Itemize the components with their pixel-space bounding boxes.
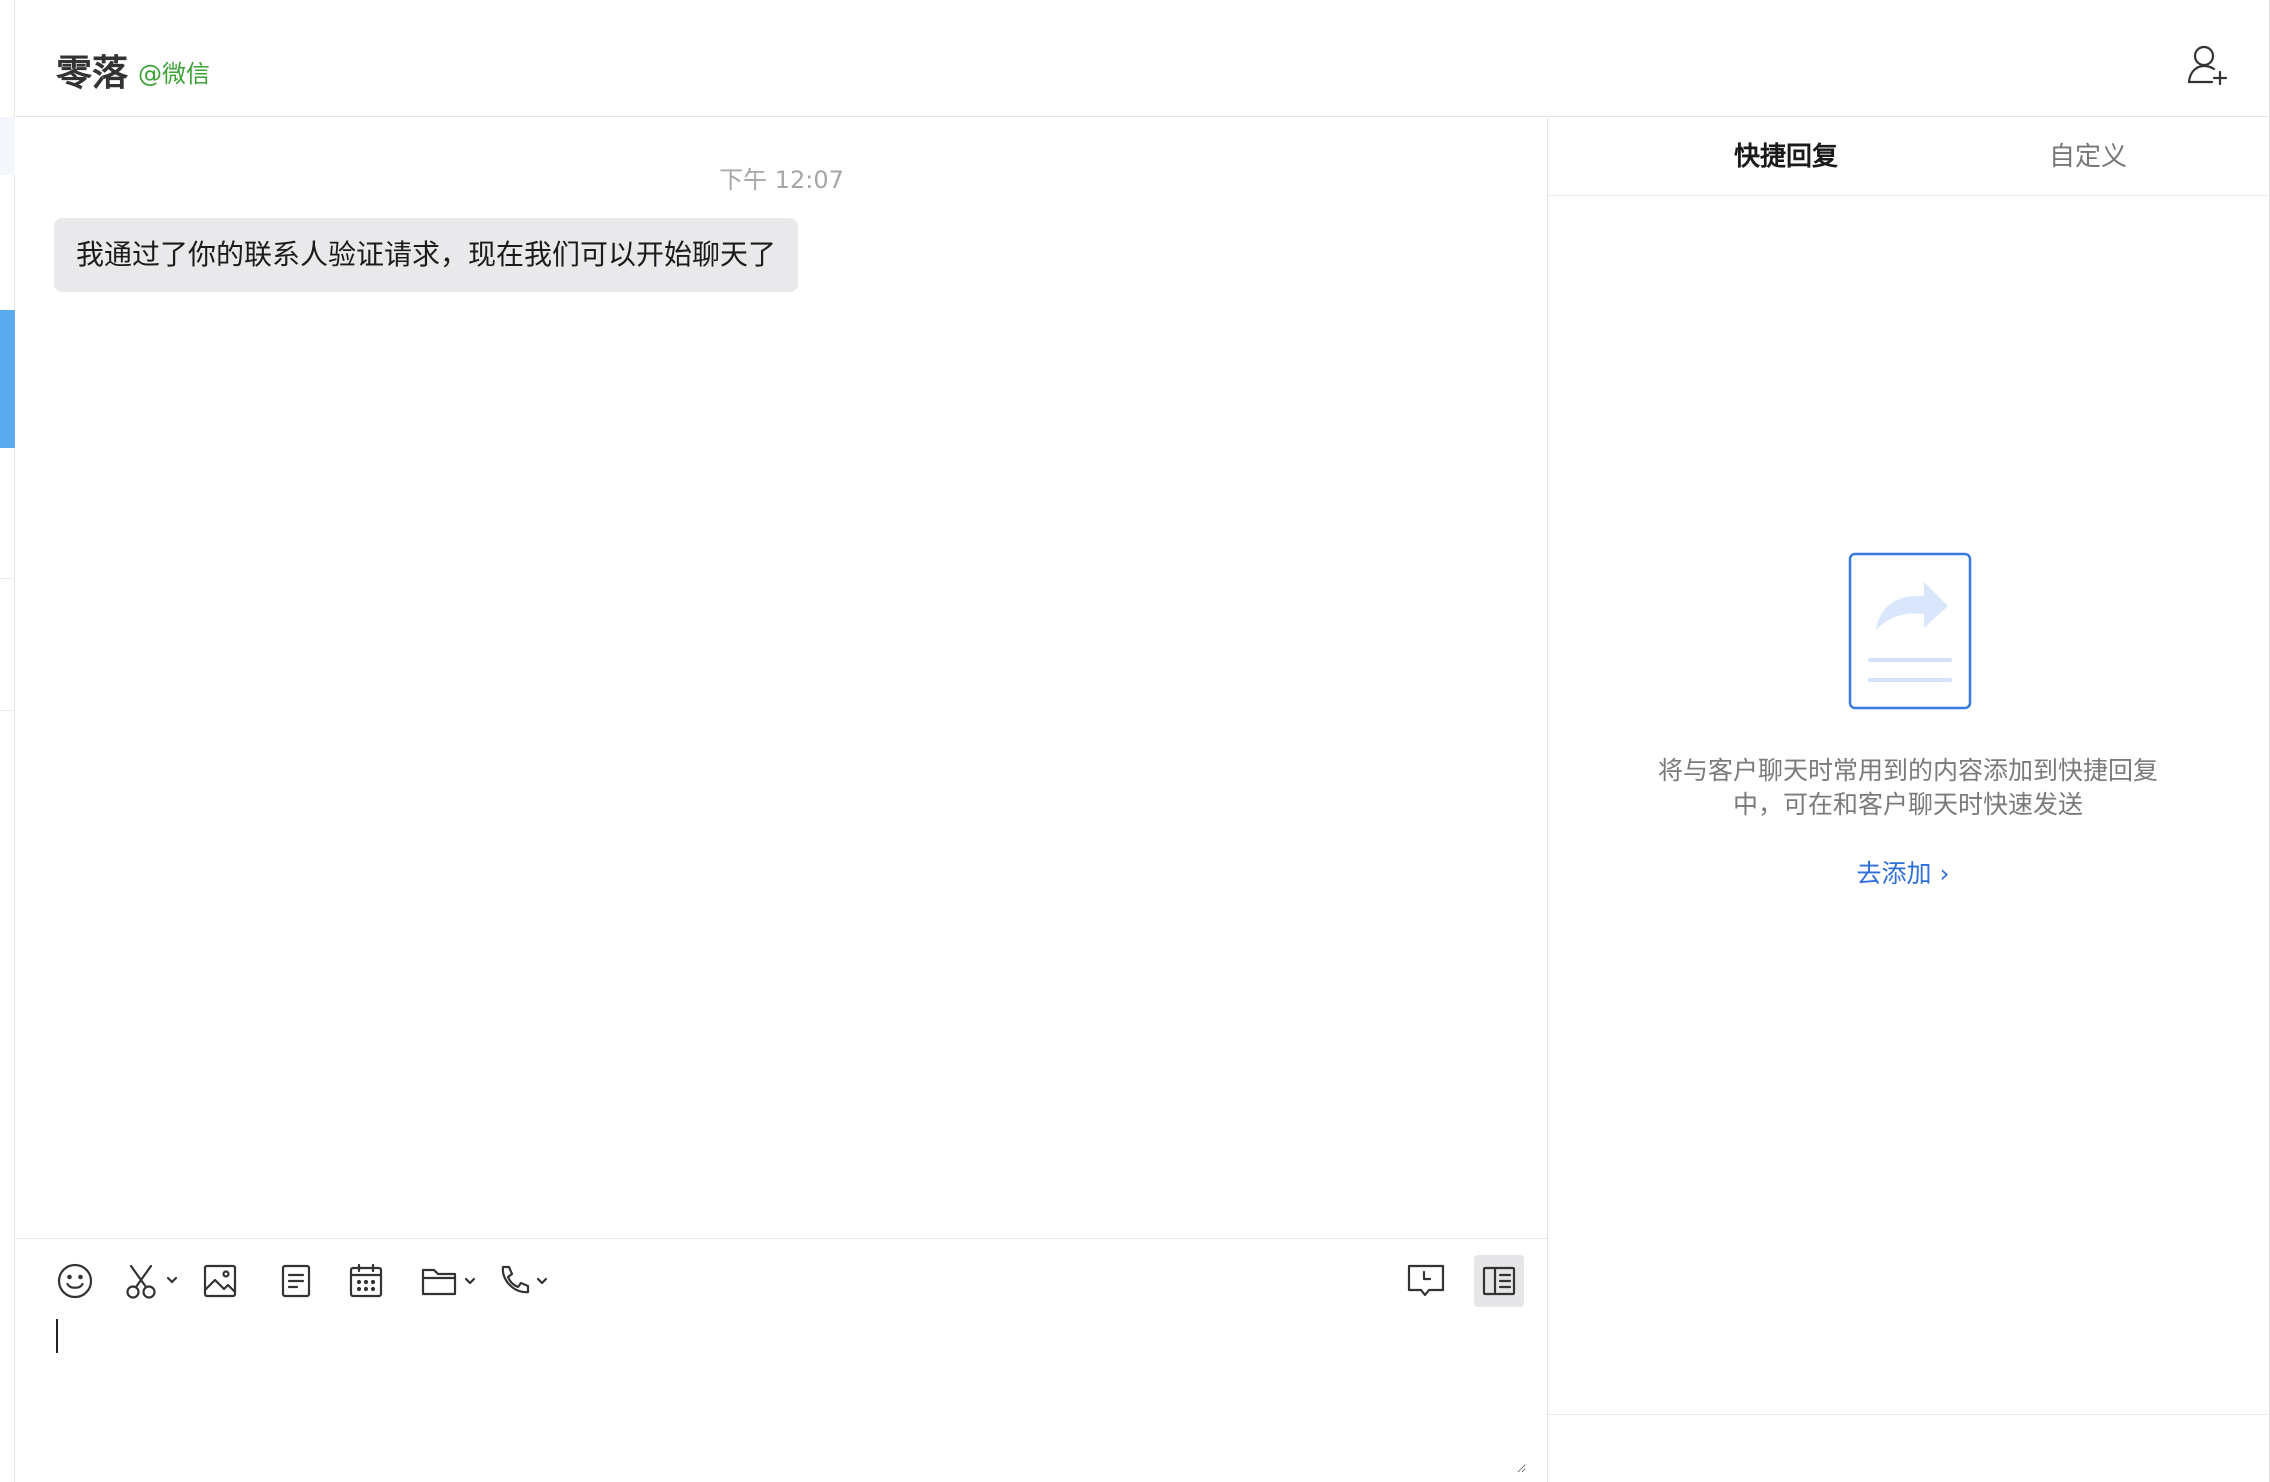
message-list[interactable]: 下午 12:07 我通过了你的联系人验证请求，现在我们可以开始聊天了 [16,118,1547,1238]
contact-source-tag: @微信 [138,60,210,88]
emoji-button[interactable] [52,1255,98,1307]
empty-state-text: 将与客户聊天时常用到的内容添加到快捷回复中，可在和客户聊天时快速发送 [1657,756,2158,819]
schedule-button[interactable] [346,1255,386,1307]
quick-reply-empty-icon [1848,552,1972,710]
send-file-button[interactable] [420,1255,486,1307]
message-composer [16,1238,1547,1482]
selected-conversation-indicator[interactable] [0,310,15,448]
conversation-list-edge [0,0,15,1482]
chat-window: 零落 @微信 下午 12:07 我通过了你的联系人验证请求，现在我们可以开始聊天… [0,0,2270,1482]
contact-name[interactable]: 零落 [56,44,128,96]
message-timestamp: 下午 12:07 [719,166,844,194]
message-input[interactable] [46,1313,1526,1473]
scissors-icon [126,1264,178,1299]
conversation-list-item[interactable] [0,117,15,175]
phone-icon [501,1265,548,1294]
document-icon [281,1264,311,1298]
side-panel-toggle-icon [1482,1266,1516,1296]
add-member-button[interactable] [2184,42,2228,86]
send-document-button[interactable] [278,1255,314,1307]
tab-custom[interactable]: 自定义 [1978,118,2198,196]
message-bubble[interactable]: 我通过了你的联系人验证请求，现在我们可以开始聊天了 [54,218,799,292]
divider [0,710,15,711]
divider [0,578,15,579]
chat-history-icon [1407,1264,1445,1297]
emoji-icon [57,1263,93,1299]
side-panel-toggle[interactable] [1474,1255,1524,1307]
add-quick-reply-link[interactable]: 去添加 › [1548,854,2258,890]
add-user-icon [2187,45,2228,86]
image-icon [203,1264,237,1298]
chat-header: 零落 @微信 [16,0,2268,117]
divider [1548,1414,2268,1415]
screenshot-button[interactable] [124,1255,184,1307]
call-button[interactable] [496,1255,562,1307]
quick-reply-panel: 快捷回复 自定义 将与客户聊天时常用到的内容添加到快捷回复中，可在和客户聊天时快… [1548,118,2268,1482]
send-image-button[interactable] [200,1255,240,1307]
panel-tabs: 快捷回复 自定义 [1548,118,2268,196]
folder-icon [421,1268,476,1296]
chat-history-button[interactable] [1404,1255,1448,1307]
calendar-icon [349,1263,383,1298]
tab-quick-reply[interactable]: 快捷回复 [1676,118,1896,196]
